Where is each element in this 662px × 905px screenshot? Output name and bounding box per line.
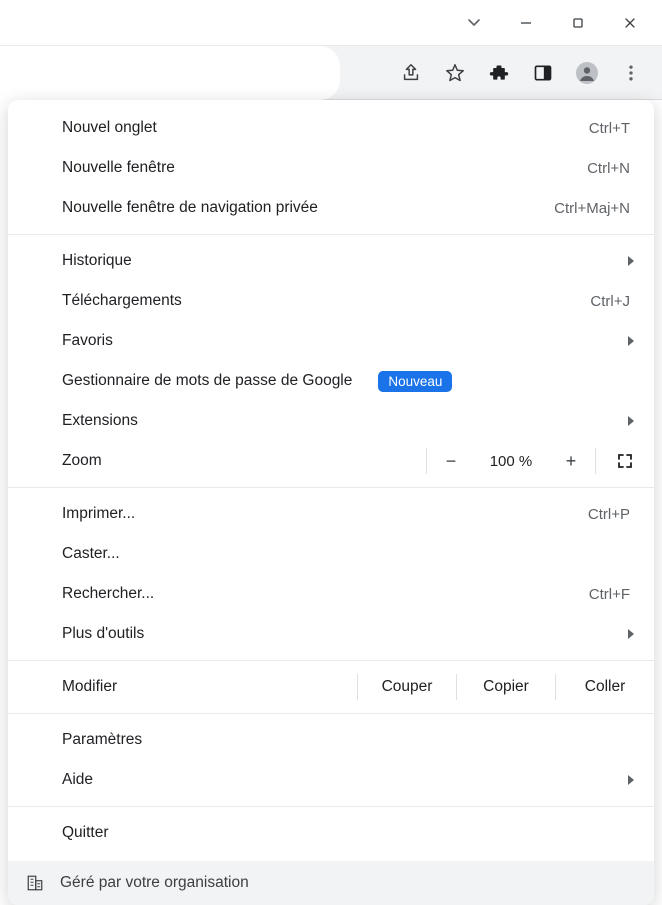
menu-settings[interactable]: Paramètres xyxy=(8,720,654,760)
zoom-label: Zoom xyxy=(62,452,102,470)
close-button[interactable] xyxy=(604,0,656,46)
menu-print[interactable]: Imprimer... Ctrl+P xyxy=(8,494,654,534)
menu-shortcut: Ctrl+F xyxy=(589,586,630,603)
menu-password-manager[interactable]: Gestionnaire de mots de passe de Google … xyxy=(8,361,654,401)
main-menu-panel: Nouvel onglet Ctrl+T Nouvelle fenêtre Ct… xyxy=(8,100,654,905)
zoom-level: 100 % xyxy=(475,453,547,470)
submenu-arrow-icon xyxy=(626,415,636,427)
menu-separator xyxy=(8,713,654,714)
menu-item-label: Historique xyxy=(62,252,132,270)
main-menu-button[interactable] xyxy=(612,54,650,92)
menu-edit-row: Modifier Couper Copier Coller xyxy=(8,667,654,707)
menu-item-label: Caster... xyxy=(62,545,120,563)
menu-new-window[interactable]: Nouvelle fenêtre Ctrl+N xyxy=(8,148,654,188)
window-titlebar xyxy=(0,0,662,46)
menu-bookmarks[interactable]: Favoris xyxy=(8,321,654,361)
submenu-arrow-icon xyxy=(626,255,636,267)
menu-separator xyxy=(8,806,654,807)
managed-by-org[interactable]: Géré par votre organisation xyxy=(8,861,654,905)
menu-item-label: Aide xyxy=(62,771,93,789)
minimize-button[interactable] xyxy=(500,0,552,46)
sidepanel-icon[interactable] xyxy=(524,54,562,92)
menu-item-label: Extensions xyxy=(62,412,138,430)
menu-item-label: Gestionnaire de mots de passe de Google xyxy=(62,372,352,390)
menu-item-label: Quitter xyxy=(62,824,109,842)
menu-find[interactable]: Rechercher... Ctrl+F xyxy=(8,574,654,614)
bookmark-star-icon[interactable] xyxy=(436,54,474,92)
menu-shortcut: Ctrl+J xyxy=(590,293,630,310)
menu-shortcut: Ctrl+P xyxy=(588,506,630,523)
menu-downloads[interactable]: Téléchargements Ctrl+J xyxy=(8,281,654,321)
menu-item-label: Paramètres xyxy=(62,731,142,749)
menu-help[interactable]: Aide xyxy=(8,760,654,800)
submenu-arrow-icon xyxy=(626,774,636,786)
zoom-in-button[interactable]: + xyxy=(547,451,595,472)
submenu-arrow-icon xyxy=(626,335,636,347)
menu-extensions[interactable]: Extensions xyxy=(8,401,654,441)
menu-zoom: Zoom − 100 % + xyxy=(8,441,654,481)
submenu-arrow-icon xyxy=(626,628,636,640)
edit-label: Modifier xyxy=(62,678,117,696)
maximize-button[interactable] xyxy=(552,0,604,46)
profile-avatar-icon[interactable] xyxy=(568,54,606,92)
menu-history[interactable]: Historique xyxy=(8,241,654,281)
address-bar[interactable] xyxy=(0,46,340,100)
menu-cast[interactable]: Caster... xyxy=(8,534,654,574)
menu-quit[interactable]: Quitter xyxy=(8,813,654,853)
extensions-icon[interactable] xyxy=(480,54,518,92)
organization-icon xyxy=(26,874,44,892)
menu-incognito[interactable]: Nouvelle fenêtre de navigation privée Ct… xyxy=(8,188,654,228)
copy-button[interactable]: Copier xyxy=(457,678,555,696)
managed-label: Géré par votre organisation xyxy=(60,874,249,892)
menu-separator xyxy=(8,487,654,488)
menu-separator xyxy=(8,234,654,235)
browser-toolbar xyxy=(0,46,662,100)
menu-shortcut: Ctrl+Maj+N xyxy=(554,200,630,217)
menu-item-label: Nouvelle fenêtre xyxy=(62,159,175,177)
share-icon[interactable] xyxy=(392,54,430,92)
menu-more-tools[interactable]: Plus d'outils xyxy=(8,614,654,654)
cut-button[interactable]: Couper xyxy=(358,678,456,696)
menu-new-tab[interactable]: Nouvel onglet Ctrl+T xyxy=(8,108,654,148)
menu-item-label: Imprimer... xyxy=(62,505,135,523)
menu-item-label: Nouvel onglet xyxy=(62,119,157,137)
menu-shortcut: Ctrl+T xyxy=(589,120,630,137)
menu-item-label: Nouvelle fenêtre de navigation privée xyxy=(62,199,318,217)
tab-search-button[interactable] xyxy=(448,0,500,46)
menu-item-label: Téléchargements xyxy=(62,292,182,310)
paste-button[interactable]: Coller xyxy=(556,678,654,696)
fullscreen-button[interactable] xyxy=(596,452,654,470)
new-badge: Nouveau xyxy=(378,371,452,392)
menu-separator xyxy=(8,660,654,661)
zoom-out-button[interactable]: − xyxy=(427,451,475,472)
menu-shortcut: Ctrl+N xyxy=(587,160,630,177)
menu-item-label: Favoris xyxy=(62,332,113,350)
menu-item-label: Plus d'outils xyxy=(62,625,144,643)
menu-item-label: Rechercher... xyxy=(62,585,154,603)
